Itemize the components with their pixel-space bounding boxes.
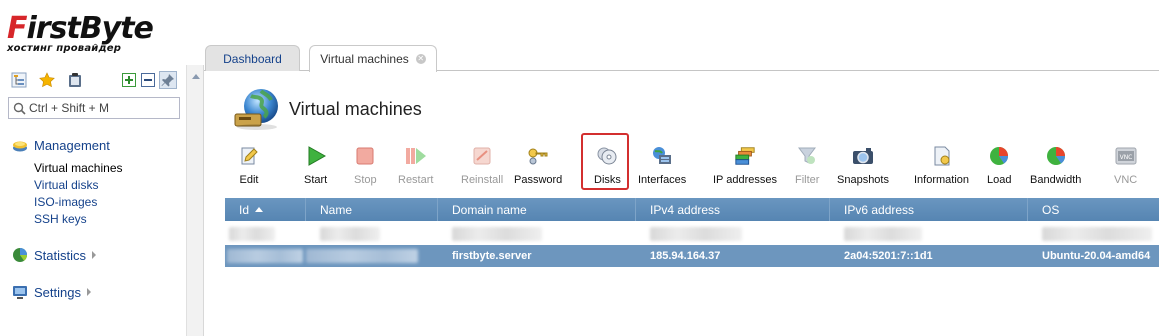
svg-text:VNC: VNC: [1119, 154, 1132, 161]
filter-icon: [796, 145, 818, 167]
disks-button-highlight: [581, 133, 629, 190]
settings-monitor-icon: [13, 286, 27, 299]
pie-chart-icon: [988, 145, 1010, 167]
start-button[interactable]: Start: [304, 145, 327, 187]
menu-item-virtual-disks[interactable]: Virtual disks: [34, 177, 123, 194]
menu-search-box[interactable]: [8, 97, 180, 119]
edit-icon: [238, 145, 260, 167]
reinstall-button[interactable]: Reinstall: [461, 145, 503, 187]
play-icon: [305, 145, 327, 167]
edit-button[interactable]: Edit: [238, 145, 260, 187]
cell-ipv4-redacted: [636, 223, 830, 245]
left-panel: Management Virtual machines Virtual disk…: [0, 65, 186, 336]
tab-bar: Dashboard Virtual machines ✕: [204, 44, 1159, 72]
bandwidth-button[interactable]: Bandwidth: [1030, 145, 1081, 187]
collapse-arrow-icon[interactable]: [192, 74, 200, 79]
load-button[interactable]: Load: [987, 145, 1011, 187]
menu-item-ssh-keys[interactable]: SSH keys: [34, 211, 123, 228]
cell-id-redacted: [225, 245, 306, 267]
tab-label: Virtual machines: [320, 52, 409, 66]
menu-item-iso-images[interactable]: ISO-images: [34, 194, 123, 211]
page-header: Virtual machines: [231, 86, 422, 132]
column-header-name[interactable]: Name: [306, 198, 438, 221]
snapshots-button[interactable]: Snapshots: [837, 145, 889, 187]
page-title: Virtual machines: [289, 98, 422, 119]
pin-icon[interactable]: [159, 71, 177, 89]
cell-ipv6-redacted: [830, 223, 1028, 245]
password-button[interactable]: Password: [514, 145, 562, 187]
vnc-button[interactable]: VNC VNC: [1114, 145, 1137, 187]
sort-ascending-icon: [255, 207, 264, 212]
vm-table: Id Name Domain name IPv4 address IPv6 ad…: [225, 198, 1159, 267]
column-header-domain[interactable]: Domain name: [438, 198, 636, 221]
management-icon: [13, 141, 27, 152]
menu-item-virtual-machines[interactable]: Virtual machines: [34, 160, 123, 177]
vnc-icon: VNC: [1115, 145, 1137, 167]
cell-name-redacted: [306, 223, 438, 245]
action-toolbar: Edit Start Stop Restart Reinstall Passwo…: [205, 145, 1159, 187]
restart-button[interactable]: Restart: [398, 145, 433, 187]
cell-ipv6: 2a04:5201:7::1d1: [844, 250, 933, 262]
chevron-right-icon: [86, 288, 91, 296]
main-content: Virtual machines Edit Start Stop Restart: [205, 72, 1159, 336]
favorites-star-icon[interactable]: [38, 71, 56, 89]
restart-icon: [405, 145, 427, 167]
filter-button[interactable]: Filter: [795, 145, 819, 187]
tab-virtual-machines[interactable]: Virtual machines ✕: [309, 45, 437, 72]
virtual-machines-globe-icon: [234, 89, 278, 130]
close-icon[interactable]: ✕: [415, 54, 426, 64]
management-submenu: Virtual machines Virtual disks ISO-image…: [34, 160, 123, 228]
app-root: { "brand": { "logo_prefix": "F", "logo_m…: [0, 0, 1159, 336]
cell-os-redacted: [1028, 223, 1159, 245]
ip-addresses-button[interactable]: IP addresses: [713, 145, 777, 187]
column-header-ipv6[interactable]: IPv6 address: [830, 198, 1028, 221]
cell-domain-redacted: [438, 223, 636, 245]
menu-section-settings[interactable]: Settings: [12, 284, 91, 300]
information-button[interactable]: Information: [914, 145, 969, 187]
info-document-icon: [931, 145, 953, 167]
left-panel-toolbar: [10, 71, 186, 91]
panel-splitter[interactable]: [186, 65, 204, 336]
column-header-ipv4[interactable]: IPv4 address: [636, 198, 830, 221]
key-icon: [527, 145, 549, 167]
column-header-id[interactable]: Id: [225, 198, 306, 221]
stop-button[interactable]: Stop: [354, 145, 377, 187]
tab-label: Dashboard: [223, 51, 282, 66]
tree-view-icon[interactable]: [10, 71, 28, 89]
expand-all-icon[interactable]: [120, 71, 138, 89]
table-header: Id Name Domain name IPv4 address IPv6 ad…: [225, 198, 1159, 221]
table-row-selected[interactable]: firstbyte.server 185.94.164.37 2a04:5201…: [225, 245, 1159, 267]
cell-ipv4: 185.94.164.37: [650, 250, 721, 262]
reinstall-icon: [471, 145, 493, 167]
cell-os: Ubuntu-20.04-amd64: [1042, 250, 1151, 262]
collapse-all-icon[interactable]: [139, 71, 157, 89]
interfaces-button[interactable]: Interfaces: [638, 145, 686, 187]
statistics-pie-icon: [13, 248, 27, 262]
stop-icon: [354, 145, 376, 167]
menu-section-statistics[interactable]: Statistics: [12, 247, 97, 263]
search-icon: [9, 98, 29, 118]
search-input[interactable]: [29, 101, 174, 115]
menu-section-management[interactable]: Management: [12, 137, 110, 153]
logo-tagline: хостинг провайдер: [7, 43, 122, 54]
cell-name-redacted: [306, 245, 438, 267]
menu-section-label: Settings: [34, 284, 81, 300]
column-header-os[interactable]: OS: [1028, 198, 1159, 221]
cell-id-redacted: [225, 223, 306, 245]
table-row[interactable]: [225, 223, 1159, 245]
ip-addresses-icon: [734, 145, 756, 167]
cell-domain: firstbyte.server: [452, 250, 532, 262]
clipboard-icon[interactable]: [66, 71, 84, 89]
camera-icon: [852, 145, 874, 167]
pie-chart-icon: [1045, 145, 1067, 167]
logo-wordmark: FirstByte: [7, 11, 154, 46]
brand-logo[interactable]: FirstByte хостинг провайдер: [7, 14, 187, 58]
network-interface-icon: [651, 145, 673, 167]
menu-section-label: Statistics: [34, 247, 87, 263]
tab-dashboard[interactable]: Dashboard: [205, 45, 300, 71]
chevron-right-icon: [92, 251, 97, 259]
menu-section-label: Management: [34, 137, 110, 153]
